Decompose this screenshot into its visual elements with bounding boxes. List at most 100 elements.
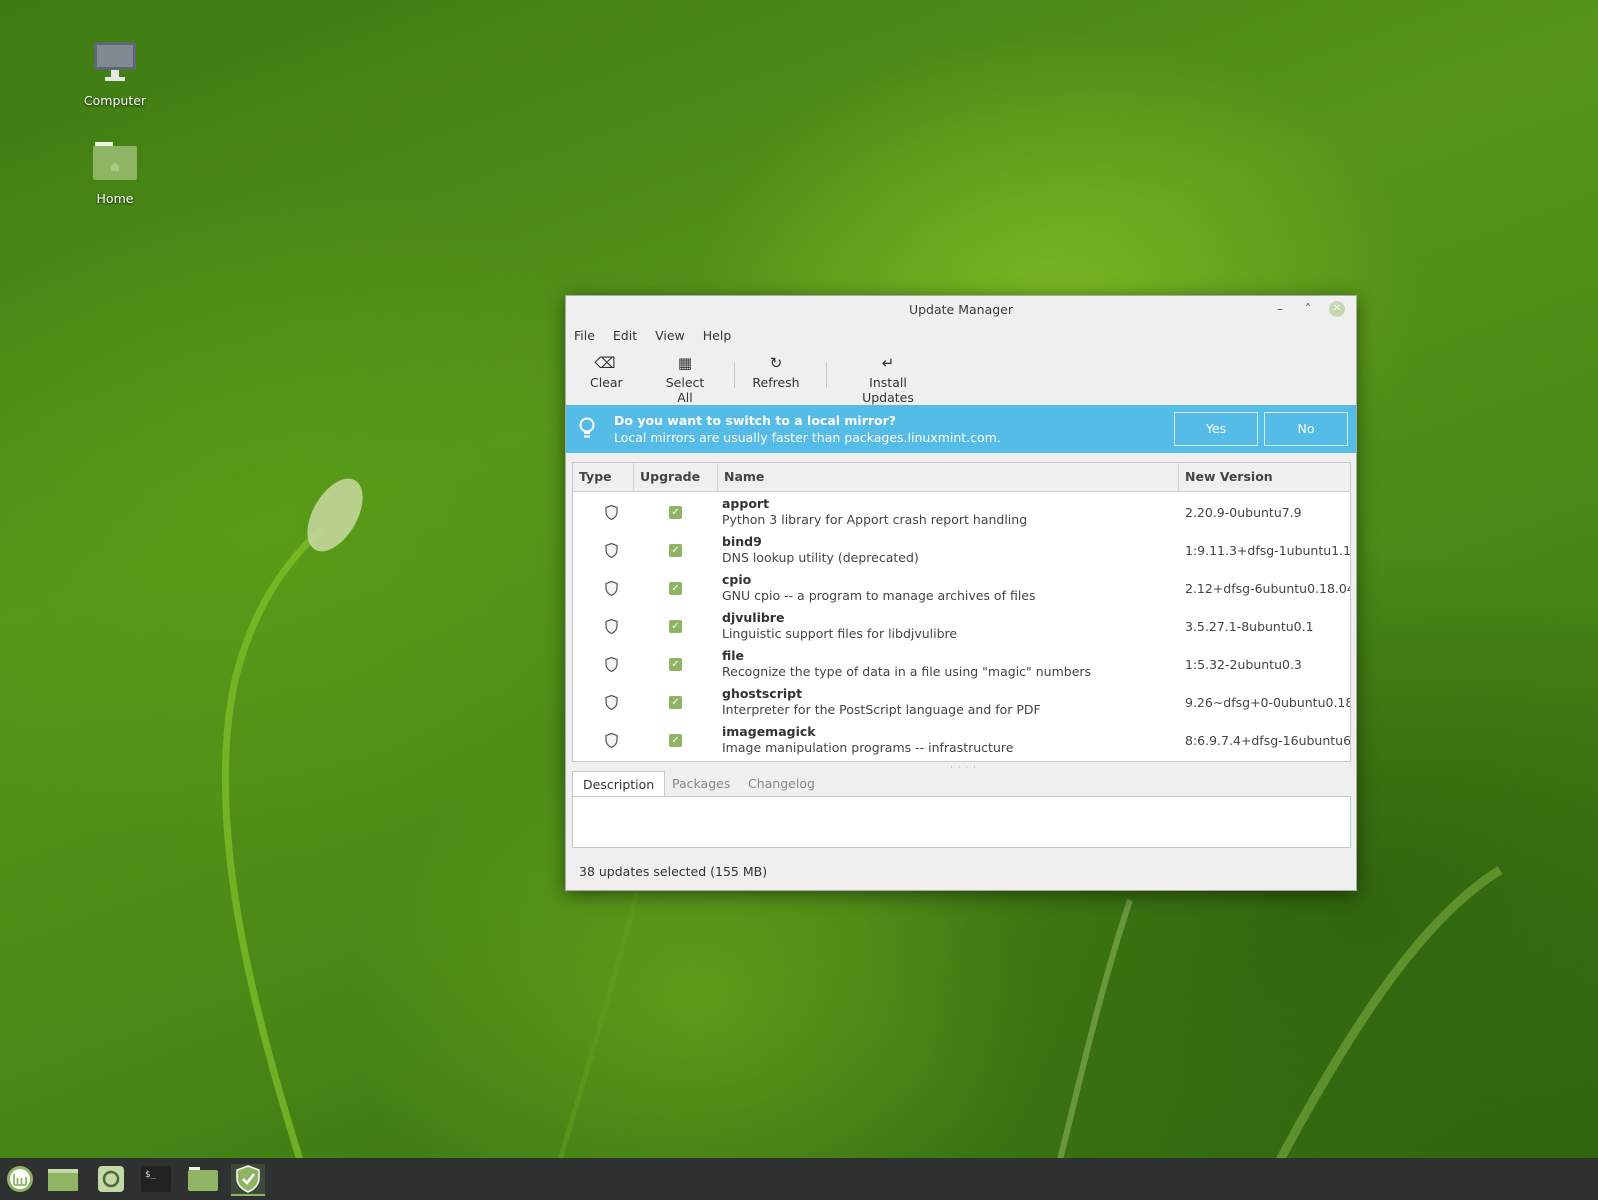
column-upgrade[interactable]: Upgrade <box>634 463 718 491</box>
yes-button[interactable]: Yes <box>1174 412 1258 446</box>
toolbar-separator <box>826 362 827 388</box>
table-row[interactable]: ✓ imagemagick Image manipulation programs … <box>573 721 1350 759</box>
software-icon <box>98 1166 124 1192</box>
clear-button[interactable]: ⌫ Clear <box>590 354 623 390</box>
maximize-button[interactable]: ˄ <box>1300 301 1316 317</box>
package-version: 1:9.11.3+dfsg-1ubuntu1.1 <box>1185 543 1351 558</box>
close-button[interactable]: ✕ <box>1329 301 1345 317</box>
details-tabs: Description Packages Changelog <box>572 771 1349 798</box>
menu-view[interactable]: View <box>655 328 685 343</box>
svg-text:$_: $_ <box>145 1170 156 1180</box>
package-version: 8:6.9.7.4+dfsg-16ubuntu6. <box>1185 733 1351 748</box>
desktop-icon-computer[interactable]: Computer <box>65 40 165 108</box>
column-name[interactable]: Name <box>718 463 1179 491</box>
security-shield-icon <box>605 733 618 748</box>
select-all-button[interactable]: ▦ Select All <box>656 354 714 405</box>
package-name-cell: bind9 DNS lookup utility (deprecated) <box>722 534 919 566</box>
taskbar: $_ <box>0 1158 1598 1200</box>
infobar-message: Local mirrors are usually faster than pa… <box>614 430 1001 445</box>
table-header: Type Upgrade Name New Version <box>573 463 1350 492</box>
security-shield-icon <box>605 695 618 710</box>
select-all-icon: ▦ <box>677 354 693 372</box>
security-shield-icon <box>605 581 618 596</box>
software-button[interactable] <box>94 1164 128 1194</box>
clear-icon: ⌫ <box>594 354 616 372</box>
package-name: file <box>722 648 745 663</box>
home-folder-icon <box>93 142 137 180</box>
package-name-cell: file Recognize the type of data in a file… <box>722 648 1091 680</box>
window-title: Update Manager <box>908 302 1014 317</box>
desktop-icon-label: Computer <box>83 93 147 108</box>
package-description: Linguistic support files for libdjvulibr… <box>722 626 958 641</box>
files-button[interactable] <box>186 1164 220 1194</box>
column-new-version[interactable]: New Version <box>1179 463 1350 491</box>
title-bar[interactable]: Update Manager – ˄ ✕ <box>566 296 1356 324</box>
column-type[interactable]: Type <box>573 463 634 491</box>
terminal-button[interactable]: $_ <box>139 1164 173 1194</box>
table-row[interactable]: ✓ file Recognize the type of data in a fil… <box>573 645 1350 683</box>
terminal-icon: $_ <box>141 1166 171 1192</box>
refresh-icon: ↻ <box>769 354 783 372</box>
tab-description[interactable]: Description <box>572 771 666 798</box>
security-shield-icon <box>605 543 618 558</box>
select-all-label: Select All <box>665 375 705 405</box>
package-description: Recognize the type of data in a file usi… <box>722 664 1092 679</box>
desktop-icon-home[interactable]: Home <box>65 140 165 206</box>
show-desktop-icon <box>48 1169 78 1191</box>
package-name: imagemagick <box>722 724 816 739</box>
mint-menu-icon <box>7 1166 33 1192</box>
package-version: 3.5.27.1-8ubuntu0.1 <box>1185 619 1314 634</box>
package-version: 9.26~dfsg+0-0ubuntu0.18 <box>1185 695 1351 710</box>
package-version: 1:5.32-2ubuntu0.3 <box>1185 657 1302 672</box>
mirror-infobar: Do you want to switch to a local mirror?… <box>566 405 1356 453</box>
clear-label: Clear <box>590 375 623 390</box>
update-manager-shield-icon <box>236 1165 260 1193</box>
tab-packages[interactable]: Packages <box>662 771 740 796</box>
upgrade-checkbox[interactable]: ✓ <box>669 696 682 709</box>
toolbar: ⌫ Clear ▦ Select All ↻ Refresh ↵ Install… <box>566 348 1356 405</box>
package-name-cell: djvulibre Linguistic support files for li… <box>722 610 957 642</box>
package-description: GNU cpio -- a program to manage archives… <box>722 588 1036 603</box>
status-text: 38 updates selected (155 MB) <box>579 864 768 879</box>
package-description: Interpreter for the PostScript language … <box>722 702 1041 717</box>
security-shield-icon <box>605 657 618 672</box>
update-manager-taskbar-button[interactable] <box>231 1164 265 1196</box>
package-description: DNS lookup utility (deprecated) <box>722 550 919 565</box>
security-shield-icon <box>605 505 618 520</box>
install-updates-label: Install Updates <box>862 375 914 405</box>
toolbar-separator <box>734 362 735 388</box>
show-desktop-button[interactable] <box>46 1164 80 1194</box>
tab-changelog[interactable]: Changelog <box>738 771 825 796</box>
lightbulb-icon <box>579 417 595 438</box>
upgrade-checkbox[interactable]: ✓ <box>669 506 682 519</box>
package-description: Python 3 library for Apport crash report… <box>722 512 1028 527</box>
menu-file[interactable]: File <box>574 328 595 343</box>
package-version: 2.20.9-0ubuntu7.9 <box>1185 505 1302 520</box>
minimize-button[interactable]: – <box>1272 301 1288 317</box>
package-name: ghostscript <box>722 686 803 701</box>
updates-table: Type Upgrade Name New Version ✓ apport Pyt… <box>572 462 1351 762</box>
package-version: 2.12+dfsg-6ubuntu0.18.04 <box>1185 581 1351 596</box>
table-row[interactable]: ✓ djvulibre Linguistic support files for l… <box>573 607 1350 645</box>
upgrade-checkbox[interactable]: ✓ <box>669 544 682 557</box>
package-name-cell: imagemagick Image manipulation programs -… <box>722 724 1013 756</box>
no-button[interactable]: No <box>1264 412 1348 446</box>
description-panel <box>572 796 1351 848</box>
package-description: Image manipulation programs -- infrastru… <box>722 740 1014 755</box>
package-name-cell: ghostscript Interpreter for the PostScrip… <box>722 686 1041 718</box>
menu-help[interactable]: Help <box>703 328 732 343</box>
table-row[interactable]: ✓ bind9 DNS lookup utility (deprecated) 1:9… <box>573 531 1350 569</box>
install-updates-button[interactable]: ↵ Install Updates <box>842 354 934 405</box>
package-name: cpio <box>722 572 752 587</box>
upgrade-checkbox[interactable]: ✓ <box>669 658 682 671</box>
menu-edit[interactable]: Edit <box>613 328 637 343</box>
package-name: apport <box>722 496 770 511</box>
upgrade-checkbox[interactable]: ✓ <box>669 734 682 747</box>
refresh-button[interactable]: ↻ Refresh <box>752 354 800 390</box>
table-row[interactable]: ✓ apport Python 3 library for Apport crash… <box>573 493 1350 531</box>
upgrade-checkbox[interactable]: ✓ <box>669 620 682 633</box>
mint-menu-button[interactable] <box>3 1164 37 1194</box>
upgrade-checkbox[interactable]: ✓ <box>669 582 682 595</box>
table-row[interactable]: ✓ cpio GNU cpio -- a program to manage arc… <box>573 569 1350 607</box>
table-row[interactable]: ✓ ghostscript Interpreter for the PostScri… <box>573 683 1350 721</box>
